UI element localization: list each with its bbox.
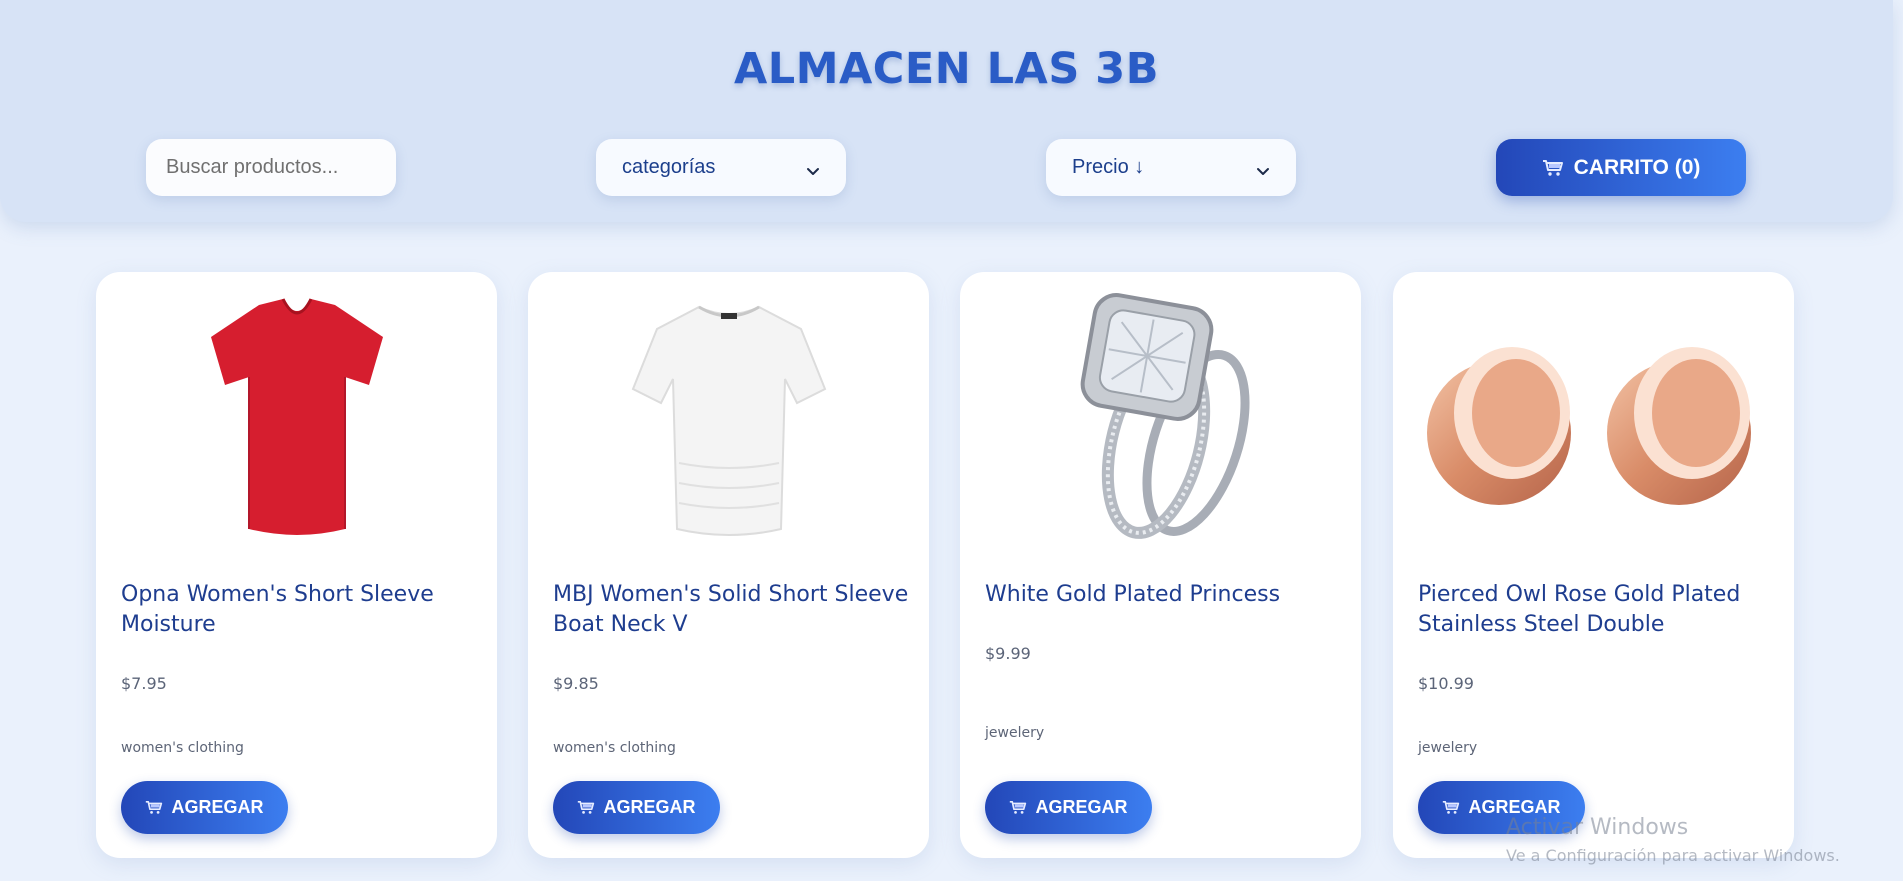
product-price: $9.99 bbox=[985, 644, 1031, 663]
chevron-down-icon bbox=[806, 161, 820, 175]
product-image[interactable] bbox=[960, 290, 1361, 546]
product-price: $7.95 bbox=[121, 674, 167, 693]
cart-icon bbox=[577, 800, 595, 815]
cart-icon bbox=[1009, 800, 1027, 815]
product-price: $9.85 bbox=[553, 674, 599, 693]
category-select-value: categorías bbox=[622, 156, 716, 178]
category-select[interactable]: categorías bbox=[596, 139, 846, 196]
cart-icon bbox=[145, 800, 163, 815]
product-card: Pierced Owl Rose Gold Plated Stainless S… bbox=[1393, 272, 1794, 858]
product-category: jewelery bbox=[985, 725, 1045, 741]
product-category: jewelery bbox=[1418, 740, 1478, 756]
diamond-ring-image bbox=[1080, 293, 1250, 539]
product-image[interactable] bbox=[96, 290, 497, 546]
search-input[interactable] bbox=[146, 139, 396, 196]
watermark-title: Activar Windows bbox=[1506, 815, 1689, 840]
rose-gold-plugs-image bbox=[1426, 347, 1751, 505]
windows-activation-watermark: Activar Windows Ve a Configuración para … bbox=[1506, 815, 1840, 865]
red-tshirt-image bbox=[210, 298, 383, 535]
add-to-cart-button[interactable]: AGREGAR bbox=[553, 781, 720, 834]
product-card: MBJ Women's Solid Short Sleeve Boat Neck… bbox=[528, 272, 929, 858]
product-name: MBJ Women's Solid Short Sleeve Boat Neck… bbox=[553, 582, 909, 637]
product-card: Opna Women's Short Sleeve Moisture $7.95… bbox=[96, 272, 497, 858]
store-page: ALMACEN LAS 3B categorías Precio ↓ CARRI… bbox=[0, 0, 1903, 881]
add-to-cart-button[interactable]: AGREGAR bbox=[121, 781, 288, 834]
product-name: White Gold Plated Princess bbox=[985, 582, 1281, 607]
white-top-image bbox=[631, 305, 826, 536]
add-button-label: AGREGAR bbox=[603, 797, 696, 817]
cart-icon bbox=[1542, 159, 1564, 177]
product-price: $10.99 bbox=[1418, 674, 1474, 693]
cart-button[interactable]: CARRITO (0) bbox=[1496, 139, 1746, 196]
add-button-label: AGREGAR bbox=[171, 797, 264, 817]
cart-icon bbox=[1442, 800, 1460, 815]
product-category: women's clothing bbox=[553, 740, 676, 756]
price-sort-value: Precio ↓ bbox=[1072, 156, 1145, 178]
chevron-down-icon bbox=[1256, 161, 1270, 175]
price-sort-select[interactable]: Precio ↓ bbox=[1046, 139, 1296, 196]
product-name: Pierced Owl Rose Gold Plated Stainless S… bbox=[1418, 582, 1741, 637]
add-to-cart-button[interactable]: AGREGAR bbox=[985, 781, 1152, 834]
product-image[interactable] bbox=[528, 290, 929, 546]
store-header: ALMACEN LAS 3B categorías Precio ↓ CARRI… bbox=[0, 0, 1893, 222]
watermark-subtitle: Ve a Configuración para activar Windows. bbox=[1506, 846, 1840, 865]
product-image[interactable] bbox=[1393, 290, 1794, 546]
product-card: White Gold Plated Princess $9.99 jeweler… bbox=[960, 272, 1361, 858]
store-title: ALMACEN LAS 3B bbox=[734, 44, 1159, 94]
add-button-label: AGREGAR bbox=[1035, 797, 1128, 817]
product-name: Opna Women's Short Sleeve Moisture bbox=[121, 582, 434, 637]
cart-label: CARRITO (0) bbox=[1573, 155, 1701, 179]
product-category: women's clothing bbox=[121, 740, 244, 756]
